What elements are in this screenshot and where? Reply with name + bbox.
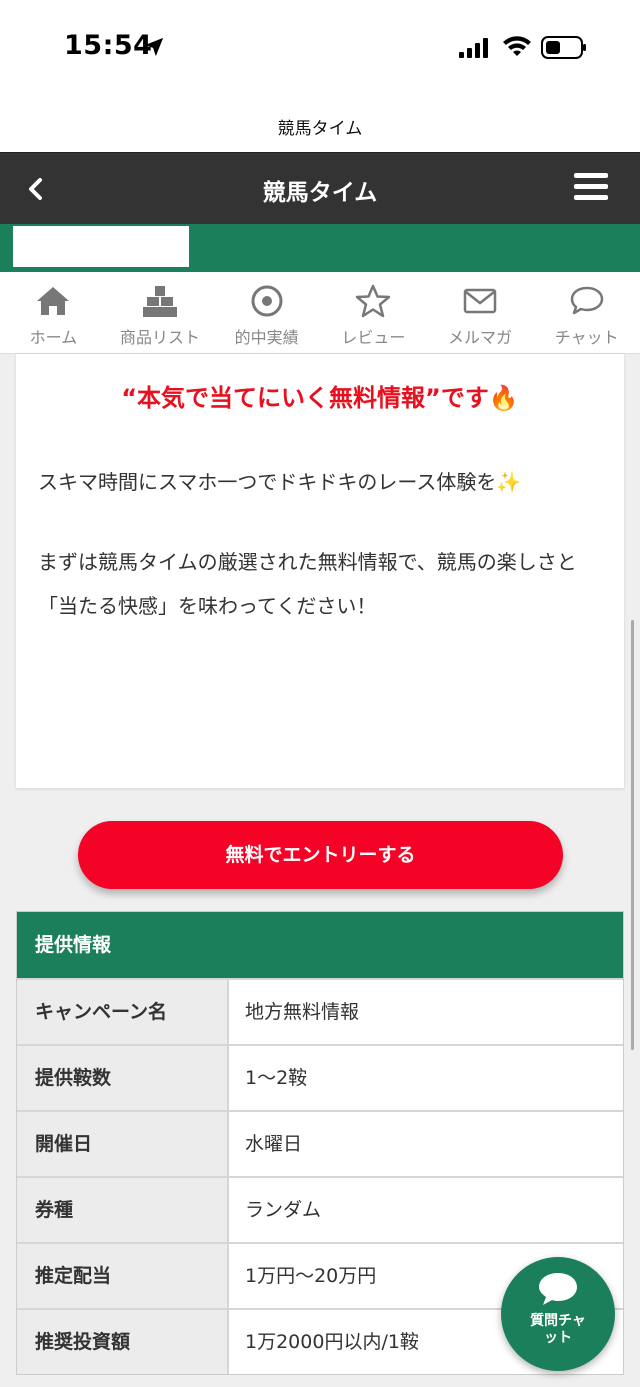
boxes-icon: [143, 286, 177, 317]
nav-label-results: 的中実績: [234, 328, 299, 347]
free-entry-button[interactable]: 無料でエントリーする: [78, 821, 563, 889]
intro-paragraph-2: まずは競馬タイムの厳選された無料情報で、競馬の楽しさと「当たる快感」を味わってく…: [38, 550, 577, 618]
row-value: 1〜2鞍: [245, 1067, 308, 1089]
nav-tab-newsletter[interactable]: メルマガ: [427, 272, 534, 353]
row-key: 券種: [17, 1178, 229, 1242]
row-key: 推定配当: [17, 1244, 229, 1308]
table-row: 開催日 水曜日: [17, 1110, 623, 1176]
page-title: 競馬タイム: [262, 180, 378, 206]
row-key: 推奨投資額: [17, 1310, 229, 1374]
nav-tab-home[interactable]: ホーム: [0, 272, 107, 353]
brand-band: [0, 224, 640, 272]
nav-label-home: ホーム: [29, 328, 78, 347]
question-chat-button[interactable]: 質問チャット: [501, 1257, 615, 1371]
battery-icon: [541, 36, 586, 59]
home-icon: [37, 287, 70, 315]
table-title: 提供情報: [17, 912, 623, 978]
table-row: 提供鞍数 1〜2鞍: [17, 1044, 623, 1110]
nav-label-reviews: レビュー: [341, 328, 406, 347]
sparkles-icon: ✨: [496, 470, 522, 494]
cellular-signal-icon: [459, 38, 488, 58]
mail-icon: [463, 288, 497, 314]
app-header: 競馬タイム: [0, 152, 640, 224]
hamburger-menu-icon[interactable]: [574, 173, 608, 205]
row-key: 開催日: [17, 1112, 229, 1176]
chat-bubble-icon: [570, 286, 603, 315]
headline-text: “本気で当てにいく無料情報”です: [121, 384, 489, 412]
target-icon: [251, 285, 283, 317]
location-arrow-icon: [144, 37, 164, 57]
scrollbar[interactable]: [631, 620, 634, 1050]
table-row: 券種 ランダム: [17, 1176, 623, 1242]
intro-text-1: スキマ時間にスマホ一つでドキドキのレース体験を: [38, 470, 497, 494]
nav-tabs: ホーム 商品リスト 的中実績 レビュー メルマガ チャット: [0, 272, 640, 354]
nav-tab-chat[interactable]: チャット: [533, 272, 640, 353]
browser-title: 競馬タイム: [277, 119, 363, 139]
row-value: ランダム: [245, 1199, 322, 1221]
row-value: 地方無料情報: [245, 1001, 360, 1023]
row-key: キャンペーン名: [17, 980, 229, 1044]
chat-fab-label: 質問チャット: [530, 1313, 586, 1346]
fire-icon: 🔥: [488, 384, 519, 412]
nav-tab-results[interactable]: 的中実績: [213, 272, 320, 353]
nav-tab-reviews[interactable]: レビュー: [320, 272, 427, 353]
wifi-icon: [503, 36, 531, 56]
row-key: 提供鞍数: [17, 1046, 229, 1110]
status-time: 15:54: [64, 30, 153, 61]
browser-title-bar: 競馬タイム: [0, 96, 640, 152]
star-icon: [356, 284, 391, 318]
nav-label-newsletter: メルマガ: [448, 328, 513, 347]
headline: “本気で当てにいく無料情報”です🔥: [16, 378, 624, 413]
nav-tab-products[interactable]: 商品リスト: [107, 272, 214, 353]
intro-paragraph-1: スキマ時間にスマホ一つでドキドキのレース体験を✨: [38, 460, 604, 504]
nav-label-products: 商品リスト: [120, 328, 201, 347]
table-row: キャンペーン名 地方無料情報: [17, 978, 623, 1044]
nav-label-chat: チャット: [554, 328, 619, 347]
logo-placeholder[interactable]: [13, 226, 189, 267]
row-value: 水曜日: [245, 1133, 303, 1155]
chat-bubble-icon: [539, 1273, 577, 1305]
status-bar: 15:54: [0, 0, 640, 96]
